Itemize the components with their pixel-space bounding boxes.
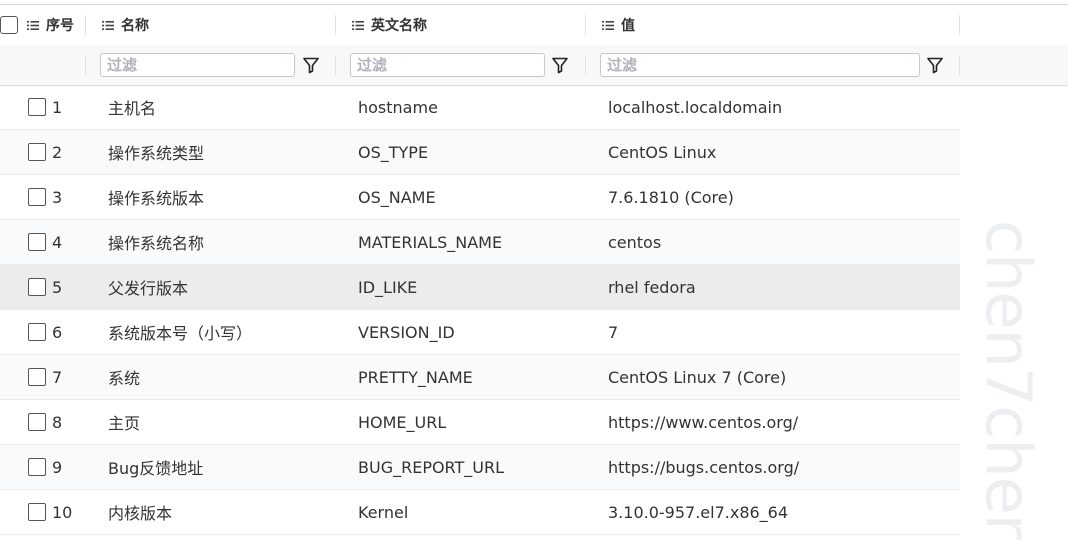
row-value: 7: [608, 322, 619, 342]
column-header-name[interactable]: 名称: [102, 5, 149, 45]
row-name: 内核版本: [108, 504, 173, 523]
row-en-name: OS_NAME: [358, 187, 436, 207]
table-row[interactable]: 4 操作系统名称 MATERIALS_NAME centos: [0, 220, 960, 265]
row-value: rhel fedora: [608, 277, 696, 297]
column-header-label: 英文名称: [371, 18, 427, 34]
row-name: 主机名: [108, 99, 157, 118]
filter-input-name[interactable]: [100, 53, 295, 77]
filter-icon[interactable]: [924, 54, 946, 76]
column-header-label: 值: [621, 18, 635, 34]
column-menu-icon[interactable]: [352, 20, 364, 30]
row-en-name: OS_TYPE: [358, 142, 429, 162]
column-menu-icon[interactable]: [602, 20, 614, 30]
row-checkbox[interactable]: [28, 503, 46, 521]
filter-row: [0, 45, 1068, 86]
row-checkbox[interactable]: [28, 458, 46, 476]
filter-icon[interactable]: [549, 54, 571, 76]
column-resize-handle[interactable]: [85, 15, 86, 35]
row-en-name: VERSION_ID: [358, 322, 455, 342]
column-header-index[interactable]: 序号: [27, 5, 74, 45]
table-row[interactable]: 6 系统版本号（小写） VERSION_ID 7: [0, 310, 960, 355]
row-name: Bug反馈地址: [108, 459, 204, 478]
row-index: 3: [52, 187, 63, 207]
row-value: centos: [608, 232, 662, 252]
row-name: 操作系统类型: [108, 144, 205, 163]
row-en-name: PRETTY_NAME: [358, 367, 473, 387]
row-checkbox[interactable]: [28, 323, 46, 341]
column-resize-handle[interactable]: [335, 15, 336, 35]
row-checkbox[interactable]: [28, 278, 46, 296]
row-value: localhost.localdomain: [608, 97, 783, 117]
table-row[interactable]: 2 操作系统类型 OS_TYPE CentOS Linux: [0, 130, 960, 175]
row-index: 1: [52, 97, 63, 117]
row-index: 7: [52, 367, 63, 387]
column-menu-icon[interactable]: [102, 20, 114, 30]
table-row[interactable]: 10 内核版本 Kernel 3.10.0-957.el7.x86_64: [0, 490, 960, 535]
row-value: https://bugs.centos.org/: [608, 457, 800, 477]
table-row-hovered[interactable]: 5 父发行版本 ID_LIKE rhel fedora: [0, 265, 960, 310]
column-header-value[interactable]: 值: [602, 5, 635, 45]
table-row[interactable]: 8 主页 HOME_URL https://www.centos.org/: [0, 400, 960, 445]
row-checkbox[interactable]: [28, 188, 46, 206]
watermark: chen7chen: [960, 220, 1060, 540]
column-header-en-name[interactable]: 英文名称: [352, 5, 427, 45]
row-value: https://www.centos.org/: [608, 412, 799, 432]
row-index: 10: [52, 502, 73, 522]
table-header: 序号 名称 英文名称 值: [0, 5, 960, 45]
row-en-name: hostname: [358, 97, 438, 117]
filter-input-value[interactable]: [600, 53, 920, 77]
column-header-label: 序号: [46, 18, 74, 34]
row-name: 主页: [108, 414, 141, 433]
row-value: 3.10.0-957.el7.x86_64: [608, 502, 789, 522]
row-en-name: HOME_URL: [358, 412, 447, 432]
row-index: 2: [52, 142, 63, 162]
filter-separator: [585, 55, 586, 75]
row-en-name: ID_LIKE: [358, 277, 418, 297]
row-name: 系统版本号（小写）: [108, 324, 253, 343]
row-name: 系统: [108, 369, 141, 388]
column-resize-handle[interactable]: [959, 15, 960, 35]
watermark-text: chen7chen: [972, 220, 1045, 540]
row-index: 4: [52, 232, 63, 252]
column-menu-icon[interactable]: [27, 20, 39, 30]
table-row[interactable]: 1 主机名 hostname localhost.localdomain: [0, 85, 960, 130]
row-index: 5: [52, 277, 63, 297]
row-name: 父发行版本: [108, 279, 189, 298]
row-checkbox[interactable]: [28, 368, 46, 386]
row-index: 9: [52, 457, 63, 477]
table-row[interactable]: 3 操作系统版本 OS_NAME 7.6.1810 (Core): [0, 175, 960, 220]
row-en-name: MATERIALS_NAME: [358, 232, 503, 252]
filter-separator: [335, 55, 336, 75]
row-checkbox[interactable]: [28, 413, 46, 431]
table-row[interactable]: 9 Bug反馈地址 BUG_REPORT_URL https://bugs.ce…: [0, 445, 960, 490]
select-all-checkbox[interactable]: [0, 16, 18, 34]
row-name: 操作系统版本: [108, 189, 205, 208]
row-index: 6: [52, 322, 63, 342]
row-checkbox[interactable]: [28, 143, 46, 161]
row-name: 操作系统名称: [108, 234, 205, 253]
filter-separator: [959, 55, 960, 75]
row-checkbox[interactable]: [28, 233, 46, 251]
filter-separator: [85, 55, 86, 75]
filter-icon[interactable]: [300, 54, 322, 76]
row-checkbox[interactable]: [28, 98, 46, 116]
column-resize-handle[interactable]: [585, 15, 586, 35]
row-value: CentOS Linux 7 (Core): [608, 367, 787, 387]
row-en-name: BUG_REPORT_URL: [358, 457, 505, 477]
filter-input-en-name[interactable]: [350, 53, 545, 77]
row-en-name: Kernel: [358, 502, 409, 522]
row-value: 7.6.1810 (Core): [608, 187, 734, 207]
column-header-label: 名称: [121, 18, 149, 34]
row-index: 8: [52, 412, 63, 432]
row-value: CentOS Linux: [608, 142, 717, 162]
table-row[interactable]: 7 系统 PRETTY_NAME CentOS Linux 7 (Core): [0, 355, 960, 400]
